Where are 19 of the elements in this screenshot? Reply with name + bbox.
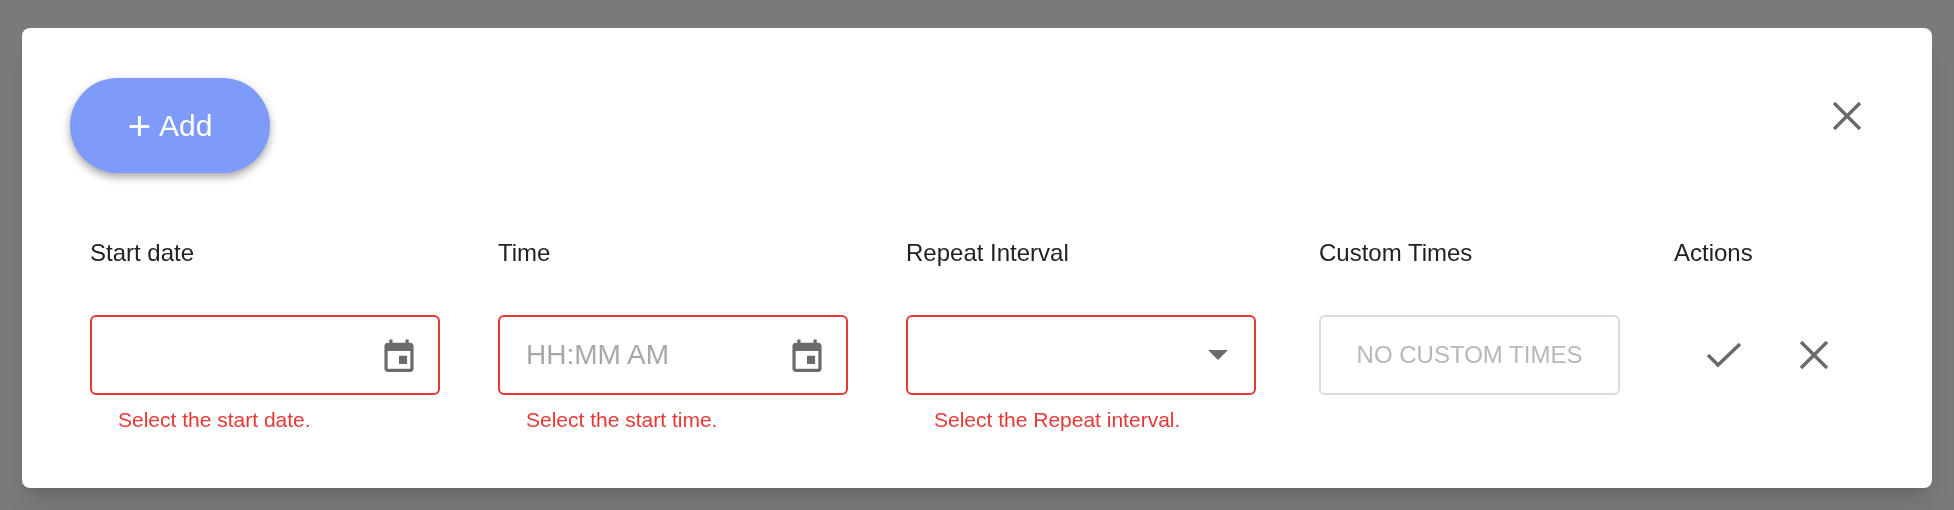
column-label: Repeat Interval [906,238,1070,268]
calendar-icon[interactable] [792,338,822,372]
column-label: Time [498,238,552,268]
error-message: Select the start date. [117,407,312,433]
error-message: Select the start time. [525,407,719,433]
custom-times-field: NO CUSTOM TIMES [1319,315,1620,395]
column-label: Actions [1674,238,1754,268]
check-icon [1706,341,1742,369]
error-message: Select the Repeat interval. [933,407,1182,433]
calendar-icon[interactable] [384,338,414,372]
add-button[interactable]: + Add [70,78,270,173]
dropdown-field[interactable] [906,315,1256,395]
dropdown-arrow-icon[interactable] [1208,350,1228,360]
column-label: Start date [90,238,196,268]
close-icon [1799,340,1829,370]
column-label: Custom Times [1319,238,1474,268]
close-icon [1832,101,1862,131]
input-field[interactable] [90,315,440,395]
input-field[interactable]: HH:MM AM [498,315,848,395]
